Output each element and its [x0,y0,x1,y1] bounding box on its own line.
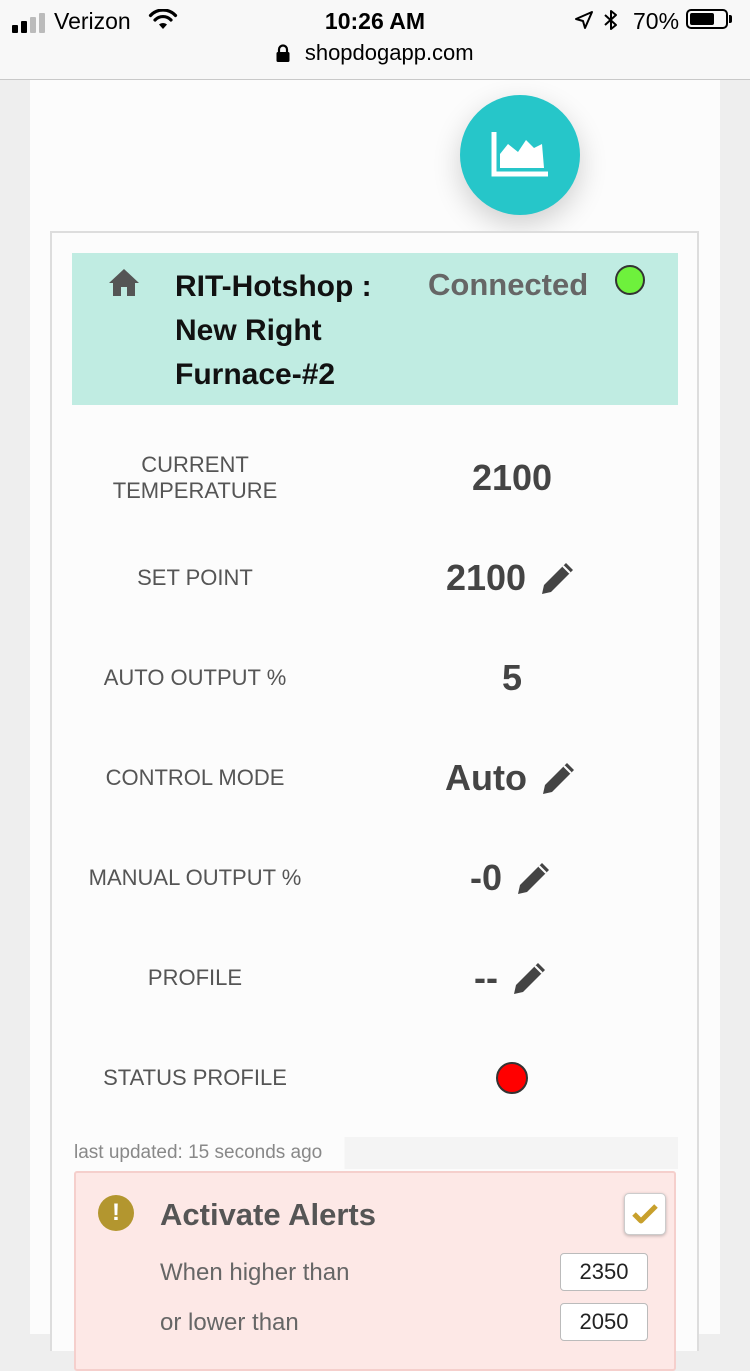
edit-set-point-pencil-icon[interactable] [538,558,578,598]
set-point-label: SET POINT [137,565,253,590]
auto-output-value: 5 [501,657,523,698]
edit-manual-output-pencil-icon[interactable] [514,858,554,898]
profile-value: -- [474,957,498,998]
device-name: RIT-Hotshop : New Right Furnace-#2 [175,270,372,391]
profile-label: PROFILE [147,965,243,990]
address-bar[interactable]: shopdogapp.com [0,40,750,70]
manual-output-row: MANUAL OUTPUT % -0 [52,848,701,908]
area-chart-icon [491,132,548,177]
page-content: RIT-Hotshop : New Right Furnace-#2 Conne… [30,80,720,1371]
last-updated-bar: last updated: 15 seconds ago [72,1137,678,1169]
location-arrow-icon [575,11,593,29]
control-mode-value: Auto [445,757,527,798]
edit-profile-pencil-icon[interactable] [510,958,550,998]
current-temperature-label: CURRENT TEMPERATURE [112,452,278,503]
activate-alerts-checkbox[interactable] [624,1193,666,1235]
current-temperature-row: CURRENT TEMPERATURE 2100 [52,448,701,508]
profile-row: PROFILE -- [52,948,701,1008]
ios-status-bar: Verizon 10:26 AM 70% shopdogapp.com [0,0,750,80]
exclamation-icon: ! [98,1195,134,1231]
set-point-row: SET POINT 2100 [52,548,701,608]
edit-control-mode-pencil-icon[interactable] [539,758,579,798]
alerts-title: Activate Alerts [160,1197,376,1232]
lock-icon [276,44,290,62]
battery-percent: 70% [633,8,680,34]
control-mode-label: CONTROL MODE [105,765,285,790]
checkmark-icon [632,1204,658,1224]
higher-than-label: When higher than [160,1259,350,1286]
set-point-value: 2100 [445,557,527,598]
bluetooth-icon [604,10,617,30]
device-header: RIT-Hotshop : New Right Furnace-#2 Conne… [72,253,678,405]
control-mode-row: CONTROL MODE Auto [52,748,701,808]
manual-output-label: MANUAL OUTPUT % [88,865,302,890]
alerts-panel: ! Activate Alerts When higher than or lo… [74,1171,676,1371]
higher-than-input[interactable] [560,1253,648,1291]
battery-icon [686,9,728,29]
auto-output-row: AUTO OUTPUT % 5 [52,648,701,708]
status-profile-row: STATUS PROFILE [52,1048,701,1108]
last-updated-text: last updated: 15 seconds ago [74,1142,323,1163]
connection-status: Connected [428,267,589,302]
device-card: RIT-Hotshop : New Right Furnace-#2 Conne… [50,231,701,1371]
connection-indicator [615,265,645,295]
current-temperature-value: 2100 [471,457,553,498]
auto-output-label: AUTO OUTPUT % [103,665,287,690]
lower-than-label: or lower than [160,1309,299,1336]
manual-output-value: -0 [469,857,502,898]
home-icon[interactable] [108,268,140,296]
lower-than-input[interactable] [560,1303,648,1341]
url-text: shopdogapp.com [304,40,474,65]
status-profile-label: STATUS PROFILE [103,1065,287,1090]
chart-button[interactable] [460,95,580,215]
status-profile-indicator [496,1062,528,1094]
